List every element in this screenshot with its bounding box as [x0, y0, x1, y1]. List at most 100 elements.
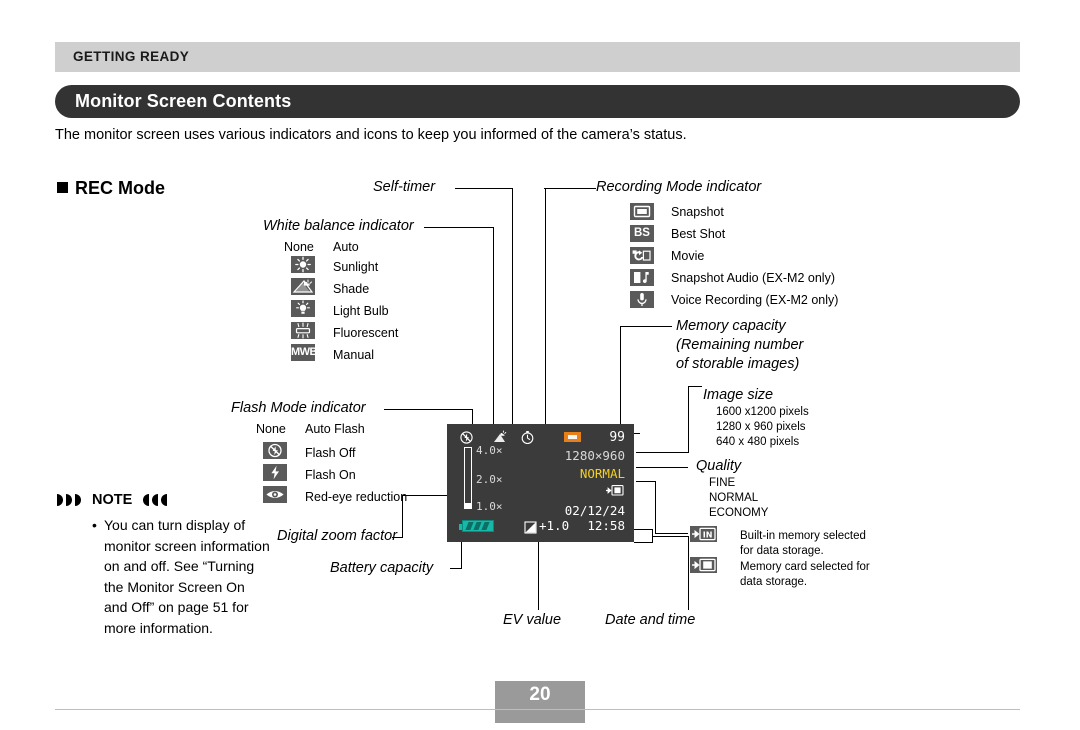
lcd-zoom-bar [464, 447, 472, 509]
leader-quality-h [636, 467, 688, 468]
note-bullet: • [92, 517, 97, 533]
lcd-ev-icon [524, 519, 537, 538]
fluorescent-icon [291, 322, 315, 339]
leader-date-h3 [652, 536, 689, 537]
wb-item-1-label: Sunlight [333, 260, 379, 274]
lcd-zoom-knob [464, 503, 472, 509]
leader-memcap-v [620, 326, 621, 433]
wb-item-3-label: Light Bulb [333, 304, 389, 318]
manual-wb-icon: MWB [291, 344, 318, 361]
snapshot-audio-icon [630, 269, 654, 286]
lcd-time: 12:58 [587, 518, 625, 533]
rec-mode-label: REC Mode [75, 178, 165, 198]
lcd-date: 02/12/24 [564, 503, 625, 518]
intro-paragraph: The monitor screen uses various indicato… [55, 127, 687, 143]
leader-wb-v [493, 227, 494, 424]
flash-item-1-label: Flash Off [305, 446, 356, 460]
note-arrows-left-icon [57, 493, 87, 512]
leader-self-timer-h [455, 188, 513, 189]
lcd-zoom-top: 4.0× [476, 444, 503, 457]
callout-image-size: Image size [703, 387, 774, 403]
memory-card-icon [690, 557, 717, 573]
wb-item-2-label: Shade [333, 282, 370, 296]
leader-imgsize-v [688, 386, 689, 453]
callout-memory-capacity-l2: (Remaining number [676, 337, 804, 353]
movie-icon [630, 247, 654, 264]
recmode-item-4-label: Voice Recording (EX-M2 only) [671, 293, 839, 307]
manual-page: GETTING READY Monitor Screen Contents Th… [0, 0, 1080, 730]
leader-battery-h [450, 568, 462, 569]
leader-dzoom-h [402, 495, 447, 496]
recmode-item-1-label: Best Shot [671, 227, 726, 241]
image-size-option-2: 640 x 480 pixels [716, 436, 800, 448]
callout-recording-mode: Recording Mode indicator [596, 179, 762, 195]
leader-date-v2 [688, 536, 689, 610]
svg-text:IN: IN [703, 530, 713, 539]
quality-option-0: FINE [709, 477, 736, 489]
shade-icon [291, 278, 315, 295]
wb-item-5-label: Manual [333, 348, 374, 362]
page-title: Monitor Screen Contents [75, 91, 292, 111]
wb-item-0-label: Auto [333, 240, 359, 254]
note-body: • You can turn display of monitor screen… [92, 515, 272, 638]
lcd-image-size: 1280×960 [564, 448, 625, 463]
flash-item-0-label: Auto Flash [305, 422, 365, 436]
running-head-text: GETTING READY [73, 49, 190, 64]
lcd-zoom-bottom: 1.0× [476, 500, 503, 513]
callout-self-timer: Self-timer [373, 179, 436, 195]
lcd-zoom-mid: 2.0× [476, 473, 503, 486]
quality-option-1: NORMAL [709, 492, 759, 504]
image-size-option-0: 1600 x1200 pixels [716, 406, 809, 418]
lcd-storage-icon [605, 482, 625, 501]
note-arrows-right-icon [137, 493, 167, 512]
flash-item-0-icon-label: None [256, 422, 286, 436]
wb-item-4-label: Fluorescent [333, 326, 399, 340]
leader-memcap-h [620, 326, 672, 327]
callout-memory-capacity-l3: of storable images) [676, 356, 800, 372]
snapshot-icon [630, 203, 654, 220]
leader-flash-h [384, 409, 473, 410]
built-in-memory-icon: IN [690, 526, 717, 542]
page-number-block [495, 710, 585, 723]
storage-item-1-line2: data storage. [740, 576, 808, 588]
flash-off-icon [263, 442, 287, 459]
storage-item-0-line1: Built-in memory selected [740, 530, 866, 542]
flash-item-2-label: Flash On [305, 468, 356, 482]
callout-digital-zoom: Digital zoom factor [277, 528, 398, 544]
leader-storage-v [655, 481, 656, 533]
note-label: NOTE [92, 492, 133, 508]
leader-dzoom-v [402, 495, 403, 537]
callout-ev-value: EV value [503, 612, 562, 628]
sunlight-icon [291, 256, 315, 273]
callout-battery-capacity: Battery capacity [330, 560, 434, 576]
leader-storage-h2 [655, 533, 688, 534]
lcd-quality: NORMAL [579, 466, 625, 481]
lcd-ev-value: +1.0 [539, 518, 570, 533]
leader-recmode-h [544, 188, 596, 189]
image-size-option-1: 1280 x 960 pixels [716, 421, 806, 433]
flash-on-icon [263, 464, 287, 481]
leader-battery-v [461, 542, 462, 569]
voice-recording-icon [630, 291, 654, 308]
leader-dzoom-h2 [392, 537, 403, 538]
leader-date-h2 [634, 542, 653, 543]
leader-imgsize-h [636, 452, 689, 453]
storage-item-0-line2: for data storage. [740, 545, 824, 557]
callout-date-and-time: Date and time [605, 612, 696, 628]
page-number: 20 [495, 681, 585, 709]
recmode-item-3-label: Snapshot Audio (EX-M2 only) [671, 271, 835, 285]
flash-item-3-label: Red-eye reduction [305, 490, 408, 504]
note-text: You can turn display of monitor screen i… [104, 517, 270, 636]
leader-wb-h [424, 227, 494, 228]
leader-flash-v [472, 409, 473, 424]
callout-flash-mode: Flash Mode indicator [231, 400, 366, 416]
leader-self-timer-v [512, 188, 513, 424]
quality-option-2: ECONOMY [709, 507, 769, 519]
running-head-bar: GETTING READY [55, 42, 1020, 72]
recmode-item-2-label: Movie [671, 249, 705, 263]
leader-recmode-v [545, 188, 546, 424]
recmode-item-0-label: Snapshot [671, 205, 724, 219]
callout-memory-capacity-l1: Memory capacity [676, 318, 786, 334]
best-shot-icon: BS [630, 225, 654, 242]
lcd-recording-mode-icon [564, 432, 581, 442]
